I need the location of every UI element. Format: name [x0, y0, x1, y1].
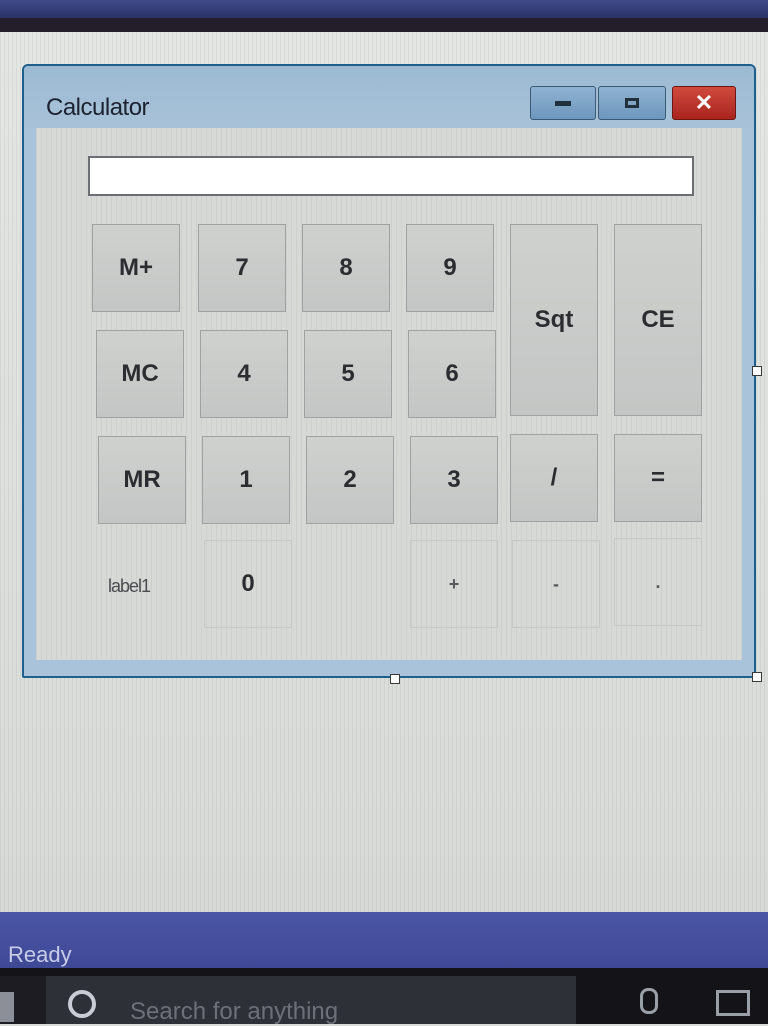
status-bar: Ready — [0, 912, 768, 968]
m-plus-button[interactable]: M+ — [92, 224, 180, 312]
close-button[interactable]: ✕ — [672, 86, 736, 120]
resize-handle-bottom[interactable] — [390, 674, 400, 684]
close-icon: ✕ — [694, 90, 714, 115]
window-title: Calculator — [46, 94, 150, 121]
monitor-top-edge — [0, 18, 768, 32]
title-bar[interactable]: Calculator ✕ — [24, 66, 754, 128]
eight-button[interactable]: 8 — [302, 224, 390, 312]
calculator-display-input[interactable] — [88, 156, 694, 196]
maximize-button[interactable] — [598, 86, 666, 120]
windows-logo-icon — [0, 992, 14, 1022]
mc-button[interactable]: MC — [96, 330, 184, 418]
cortana-icon — [68, 990, 96, 1018]
microphone-icon[interactable] — [640, 988, 658, 1014]
sqt-button[interactable]: Sqt — [510, 224, 598, 416]
task-view-icon[interactable] — [716, 990, 750, 1016]
maximize-icon — [625, 98, 639, 108]
calculator-form[interactable]: Calculator ✕ M+ 7 8 9 Sqt CE MC 4 5 6 MR… — [22, 64, 756, 678]
monitor-top-bezel — [0, 0, 768, 18]
search-placeholder: Search for anything — [130, 998, 339, 1025]
form-client-area: M+ 7 8 9 Sqt CE MC 4 5 6 MR 1 2 3 / = la… — [36, 128, 742, 660]
ce-button[interactable]: CE — [614, 224, 702, 416]
resize-handle-right[interactable] — [752, 366, 762, 376]
minimize-icon — [555, 100, 571, 106]
one-button[interactable]: 1 — [202, 436, 290, 524]
equals-button[interactable]: = — [614, 434, 702, 522]
four-button[interactable]: 4 — [200, 330, 288, 418]
mr-button[interactable]: MR — [98, 436, 186, 524]
three-button[interactable]: 3 — [410, 436, 498, 524]
decimal-point-button[interactable]: . — [614, 538, 702, 626]
five-button[interactable]: 5 — [304, 330, 392, 418]
seven-button[interactable]: 7 — [198, 224, 286, 312]
plus-button[interactable]: + — [410, 540, 498, 628]
two-button[interactable]: 2 — [306, 436, 394, 524]
resize-handle-corner[interactable] — [752, 672, 762, 682]
six-button[interactable]: 6 — [408, 330, 496, 418]
minus-button[interactable]: - — [512, 540, 600, 628]
nine-button[interactable]: 9 — [406, 224, 494, 312]
zero-button[interactable]: 0 — [204, 540, 292, 628]
minimize-button[interactable] — [530, 86, 596, 120]
status-text: Ready — [8, 942, 72, 967]
label1-text: label1 — [108, 576, 151, 596]
taskbar: Search for anything — [0, 968, 768, 1025]
start-button[interactable] — [0, 976, 46, 1024]
divide-button[interactable]: / — [510, 434, 598, 522]
